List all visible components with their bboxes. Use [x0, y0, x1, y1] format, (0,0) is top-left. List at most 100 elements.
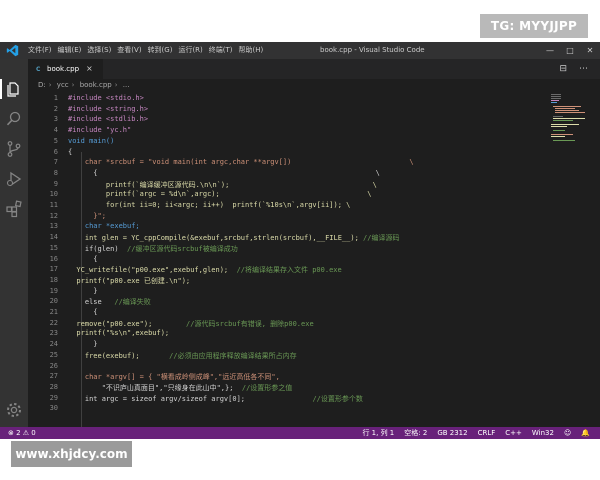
status-bar: ⊗ 2 ⚠ 0 行 1, 列 1 空格: 2 GB 2312 CRLF C++ Win32… — [0, 427, 600, 439]
chevron-right-icon: › — [114, 81, 118, 89]
code-line: void main() — [68, 136, 115, 145]
code-line: "不识庐山真面目","只缘身在此山中",}; //设置形参之值 — [68, 383, 293, 392]
line-number: 15 — [49, 243, 58, 252]
line-number: 23 — [49, 329, 58, 338]
code-line: } — [68, 340, 98, 349]
split-editor-icon[interactable]: ⊟ — [559, 59, 567, 79]
breadcrumb-file[interactable]: book.cpp — [80, 81, 112, 89]
code-line: char *exebuf; — [68, 222, 140, 231]
chevron-right-icon: › — [48, 81, 52, 89]
line-number: 25 — [49, 350, 58, 359]
breadcrumb-symbol[interactable]: ... — [123, 81, 130, 89]
minimize-button[interactable]: — — [540, 42, 560, 59]
line-number: 19 — [49, 286, 58, 295]
line-number: 29 — [49, 393, 58, 402]
maximize-button[interactable]: □ — [560, 42, 580, 59]
code-line: int glen = YC_cppCompile(&exebuf,srcbuf,… — [68, 234, 400, 243]
menu-item[interactable]: 终端(T) — [206, 42, 236, 59]
code-line: free(exebuf); //必须由应用程序释放编译结果所占内存 — [68, 351, 297, 360]
status-right-items: 行 1, 列 1 空格: 2 GB 2312 CRLF C++ Win32 ☺ 🔔 — [362, 427, 590, 439]
extensions-icon[interactable] — [5, 200, 23, 218]
platform[interactable]: Win32 — [532, 427, 554, 439]
code-line: { \ — [68, 168, 380, 177]
line-number: 7 — [53, 158, 58, 167]
menu-item[interactable]: 运行(R) — [175, 42, 205, 59]
menu-item[interactable]: 编辑(E) — [55, 42, 85, 59]
settings-gear-icon[interactable] — [5, 401, 23, 419]
feedback-icon[interactable]: ☺ — [564, 427, 571, 439]
line-number: 9 — [53, 179, 58, 188]
line-ending[interactable]: CRLF — [478, 427, 496, 439]
code-line: #include "yc.h" — [68, 126, 132, 135]
menu-item[interactable]: 帮助(H) — [236, 42, 267, 59]
code-line: YC_writefile("p00.exe",exebuf,glen); //将… — [68, 266, 342, 275]
tab-bar: C book.cpp × ⊟ ⋯ — [28, 59, 600, 79]
minimap[interactable] — [549, 92, 589, 152]
line-number: 18 — [49, 275, 58, 284]
code-line: { — [68, 308, 98, 316]
files-icon[interactable] — [5, 80, 23, 98]
breadcrumb: D: › ycc › book.cpp › ... — [28, 79, 600, 92]
cursor-position[interactable]: 行 1, 列 1 — [362, 427, 394, 439]
line-number: 2 — [53, 104, 58, 113]
window-title: book.cpp - Visual Studio Code — [320, 46, 425, 54]
line-number: 13 — [49, 222, 58, 231]
code-line: printf("%s\n",exebuf); — [68, 329, 170, 338]
breadcrumb-drive[interactable]: D: — [38, 81, 46, 89]
tab-book-cpp[interactable]: C book.cpp × — [28, 59, 103, 79]
source-control-icon[interactable] — [5, 140, 23, 158]
notifications-icon[interactable]: 🔔 — [581, 427, 590, 439]
line-number: 14 — [49, 233, 58, 242]
line-number: 24 — [49, 340, 58, 349]
more-actions-icon[interactable]: ⋯ — [579, 59, 588, 79]
language-mode[interactable]: C++ — [505, 427, 522, 439]
line-number: 10 — [49, 190, 58, 199]
line-number: 20 — [49, 297, 58, 306]
vscode-window: 文件(F) 编辑(E) 选择(S) 查看(V) 转到(G) 运行(R) 终端(T) 帮助(H)… — [0, 42, 600, 439]
search-icon[interactable] — [5, 110, 23, 128]
line-number: 17 — [49, 265, 58, 274]
line-number: 12 — [49, 211, 58, 220]
line-number: 3 — [53, 115, 58, 124]
vscode-logo-icon — [6, 44, 19, 57]
breadcrumb-folder[interactable]: ycc — [57, 81, 69, 89]
watermark-bottom: www.xhjdcy.com — [11, 441, 132, 467]
menu-item[interactable]: 查看(V) — [114, 42, 144, 59]
line-number: 21 — [49, 308, 58, 316]
active-view-indicator — [0, 79, 2, 99]
line-number: 26 — [49, 361, 58, 370]
line-number: 28 — [49, 382, 58, 391]
code-line: for(int ii=0; ii<argc; ii++) printf(`%10… — [68, 201, 351, 209]
code-line: printf("p00.exe 已创建.\n"); — [68, 276, 191, 285]
run-debug-icon[interactable] — [5, 170, 23, 188]
cpp-file-icon: C — [36, 66, 41, 73]
indentation[interactable]: 空格: 2 — [404, 427, 427, 439]
code-line: }"; — [68, 211, 106, 220]
code-line: #include <stdio.h> — [68, 94, 144, 102]
editor-actions: ⊟ ⋯ — [559, 59, 588, 79]
encoding[interactable]: GB 2312 — [437, 427, 467, 439]
code-editor[interactable]: 1 2 3 4 5 6 7 8 9 10 11 12 13 14 15 16 17 18 19 20 21 22 23 24 2… — [28, 92, 600, 427]
code-line: char *srcbuf = "void main(int argc,char … — [68, 158, 414, 167]
line-number: 11 — [49, 201, 58, 209]
code-line: #include <string.h> — [68, 104, 149, 113]
menu-item[interactable]: 文件(F) — [25, 42, 55, 59]
close-tab-icon[interactable]: × — [86, 59, 93, 79]
close-window-button[interactable]: ✕ — [580, 42, 600, 59]
code-line: char *argv[] = { "横看成岭侧成峰","远近高低各不同", — [68, 373, 280, 382]
menu-item[interactable]: 选择(S) — [84, 42, 114, 59]
code-line: int argc = sizeof argv/sizeof argv[0]; /… — [68, 394, 363, 403]
code-line: printf(`argc = %d\n`,argc); \ — [68, 190, 372, 199]
code-line: if(glen) //缓冲区源代码srcbuf被编译成功 — [68, 244, 238, 253]
chevron-right-icon: › — [71, 81, 75, 89]
line-number: 8 — [53, 168, 58, 177]
menu-item[interactable]: 转到(G) — [145, 42, 176, 59]
code-line: { — [68, 147, 73, 156]
menu-bar: 文件(F) 编辑(E) 选择(S) 查看(V) 转到(G) 运行(R) 终端(T) 帮助(H) — [25, 42, 266, 59]
line-number: 16 — [49, 254, 58, 263]
problems-indicator[interactable]: ⊗ 2 ⚠ 0 — [8, 427, 36, 439]
code-line: printf(`编译缓冲区源代码.\n\n`); \ — [68, 180, 377, 189]
code-line: #include <stdlib.h> — [68, 115, 149, 124]
line-number: 6 — [53, 147, 58, 156]
line-number: 5 — [53, 136, 58, 145]
